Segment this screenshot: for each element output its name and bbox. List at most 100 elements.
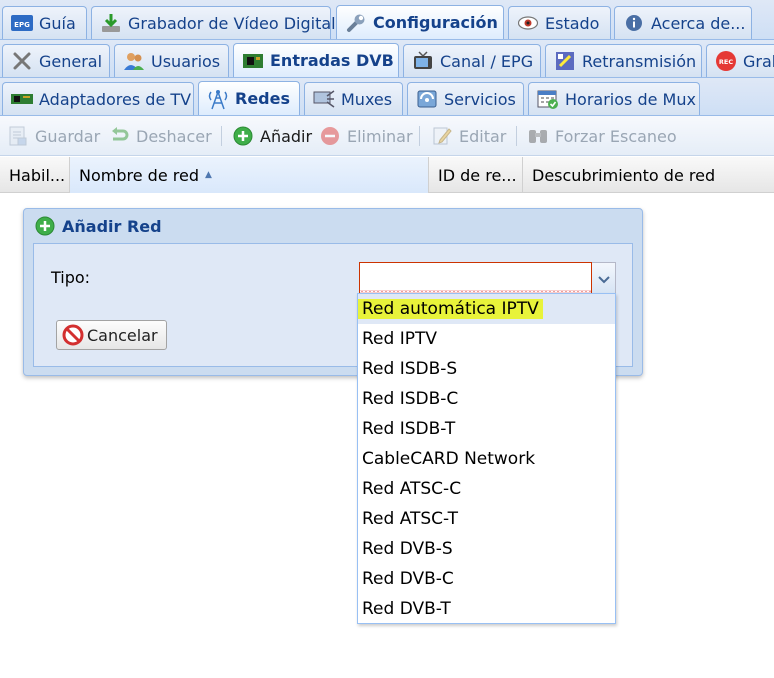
- dropdown-option[interactable]: Red ATSC-C: [358, 474, 615, 504]
- tab-acerca[interactable]: Acerca de...: [614, 6, 752, 39]
- dropdown-option[interactable]: Red ISDB-S: [358, 354, 615, 384]
- save-icon: [7, 125, 29, 147]
- tab-canal-epg[interactable]: Canal / EPG: [403, 44, 541, 77]
- services-icon: [416, 88, 438, 110]
- option-label: Red DVB-T: [362, 599, 451, 619]
- column-header-network-discovery[interactable]: Descubrimiento de red: [523, 157, 774, 193]
- option-label: Red automática IPTV: [358, 299, 543, 319]
- networks-toolbar: Guardar Deshacer Añadir Eliminar Editar …: [0, 116, 774, 156]
- config-tab-bar: General Usuarios Entradas DVB Canal / EP…: [0, 40, 774, 78]
- dropdown-option[interactable]: Red IPTV: [358, 324, 615, 354]
- tab-redes[interactable]: Redes: [198, 81, 300, 115]
- edit-button[interactable]: Editar: [431, 124, 506, 148]
- undo-button[interactable]: Deshacer: [108, 124, 212, 148]
- column-header-network-name[interactable]: Nombre de red ▲: [70, 157, 429, 193]
- tab-label: Canal / EPG: [440, 51, 534, 71]
- column-header-enabled[interactable]: Habil...: [0, 157, 70, 193]
- option-label: Red ISDB-S: [362, 359, 458, 379]
- dropdown-option[interactable]: Red DVB-C: [358, 564, 615, 594]
- tab-label: Redes: [235, 89, 290, 108]
- tab-grabador[interactable]: Grabador de Vídeo Digital: [91, 6, 336, 39]
- tab-entradas-dvb[interactable]: Entradas DVB: [233, 43, 399, 77]
- dropdown-option[interactable]: Red ATSC-T: [358, 504, 615, 534]
- option-label: Red ISDB-T: [362, 419, 456, 439]
- binoculars-icon: [527, 125, 549, 147]
- tab-label: Acerca de...: [651, 13, 746, 33]
- tab-label: Horarios de Mux: [565, 89, 696, 109]
- cancel-button[interactable]: Cancelar: [56, 320, 167, 350]
- dropdown-option[interactable]: Red DVB-S: [358, 534, 615, 564]
- info-icon: [623, 12, 645, 34]
- rec-icon: REC: [715, 50, 737, 72]
- tab-general[interactable]: General: [2, 44, 110, 77]
- tab-label: Usuarios: [151, 51, 221, 71]
- delete-icon: [319, 125, 341, 147]
- tab-label: Retransmisión: [582, 51, 697, 71]
- tab-label: General: [39, 51, 103, 71]
- download-icon: [100, 12, 122, 34]
- epg-icon: EPG: [11, 12, 33, 34]
- tab-estado[interactable]: Estado: [508, 6, 611, 39]
- column-header-network-id[interactable]: ID de re...: [429, 157, 523, 193]
- dropdown-option[interactable]: Red ISDB-T: [358, 414, 615, 444]
- tv-icon: [412, 50, 434, 72]
- option-label: Red ISDB-C: [362, 389, 459, 409]
- force-scan-label: Forzar Escaneo: [555, 126, 677, 146]
- option-label: Red DVB-C: [362, 569, 454, 589]
- option-label: Red DVB-S: [362, 539, 453, 559]
- dialog-title: Añadir Red: [62, 216, 162, 236]
- users-icon: [123, 50, 145, 72]
- tab-muxes[interactable]: Muxes: [304, 82, 403, 115]
- tab-adaptadores[interactable]: Adaptadores de TV: [2, 82, 194, 115]
- tab-horarios-mux[interactable]: Horarios de Mux: [528, 82, 700, 115]
- tab-configuracion[interactable]: Configuración: [336, 5, 504, 39]
- dialog-header[interactable]: Añadir Red: [24, 209, 642, 243]
- undo-icon: [108, 125, 130, 147]
- dvb-tab-bar: Adaptadores de TV Redes Muxes Servicios …: [0, 78, 774, 116]
- tools-icon: [11, 50, 33, 72]
- column-label: Nombre de red: [79, 165, 199, 185]
- type-dropdown-trigger[interactable]: [592, 262, 616, 294]
- main-tab-bar: EPG Guía Grabador de Vídeo Digital Confi…: [0, 0, 774, 40]
- column-label: ID de re...: [438, 165, 517, 185]
- svg-text:REC: REC: [719, 58, 733, 66]
- stream-icon: [554, 50, 576, 72]
- chevron-down-icon: [597, 269, 610, 288]
- type-combobox[interactable]: [359, 262, 592, 294]
- option-label: Red IPTV: [362, 329, 437, 349]
- delete-button[interactable]: Eliminar: [319, 124, 413, 148]
- tab-retransmision[interactable]: Retransmisión: [545, 44, 702, 77]
- tab-grab[interactable]: REC Grab: [706, 44, 774, 77]
- tab-label: Adaptadores de TV: [39, 89, 192, 109]
- dropdown-option[interactable]: Red DVB-T: [358, 594, 615, 624]
- save-button[interactable]: Guardar: [7, 124, 100, 148]
- edit-icon: [431, 125, 453, 147]
- tab-label: Configuración: [373, 13, 498, 32]
- toolbar-separator: [516, 126, 517, 146]
- dropdown-option[interactable]: Red ISDB-C: [358, 384, 615, 414]
- dropdown-option[interactable]: CableCARD Network: [358, 444, 615, 474]
- tab-label: Grab: [743, 51, 774, 71]
- cancel-label: Cancelar: [87, 325, 158, 345]
- tab-usuarios[interactable]: Usuarios: [114, 44, 229, 77]
- calendar-icon: [537, 88, 559, 110]
- delete-label: Eliminar: [347, 126, 413, 146]
- antenna-icon: [207, 88, 229, 110]
- tab-guia[interactable]: EPG Guía: [2, 6, 87, 39]
- wrench-icon: [345, 12, 367, 34]
- toolbar-separator: [221, 126, 222, 146]
- toolbar-separator: [419, 126, 420, 146]
- tab-servicios[interactable]: Servicios: [407, 82, 524, 115]
- option-label: CableCARD Network: [362, 449, 536, 469]
- dropdown-option[interactable]: Red automática IPTV: [358, 294, 615, 324]
- networks-grid-header: Habil... Nombre de red ▲ ID de re... Des…: [0, 157, 774, 193]
- add-button[interactable]: Añadir: [232, 124, 312, 148]
- tab-label: Muxes: [341, 89, 393, 109]
- undo-label: Deshacer: [136, 126, 212, 146]
- tab-label: Grabador de Vídeo Digital: [128, 13, 336, 33]
- svg-text:EPG: EPG: [14, 21, 30, 29]
- tab-label: Servicios: [444, 89, 516, 109]
- tab-label: Estado: [545, 13, 600, 33]
- save-label: Guardar: [35, 126, 101, 146]
- force-scan-button[interactable]: Forzar Escaneo: [527, 124, 677, 148]
